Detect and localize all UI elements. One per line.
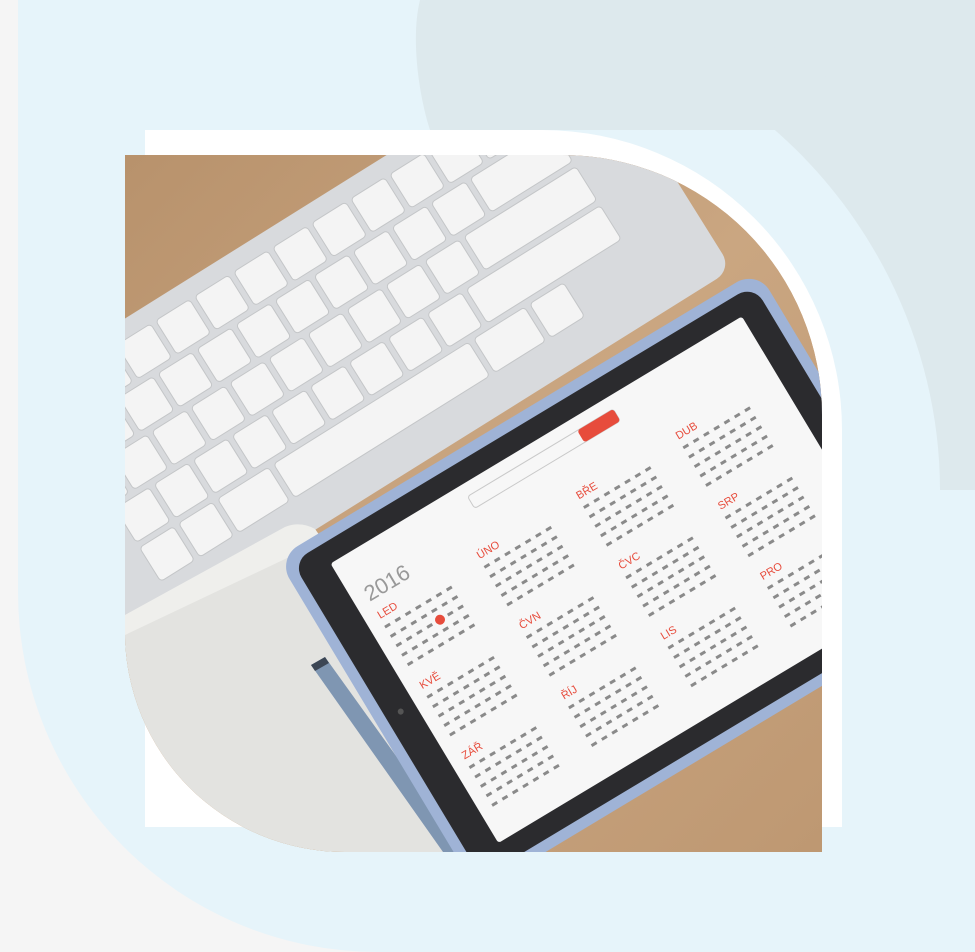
desk-photo: 2016 LEDÚNOBŘEDUBKVĚČVNČVCSRPZÁŘŘÍJLISPR… (125, 155, 822, 852)
photo-frame: 2016 LED ÚNO BŘE DUB KVĚ ČVN ČVC SRP ZÁŘ ŘÍJ LIS PR… (125, 155, 822, 852)
image-canvas: 2016 LED ÚNO BŘE DUB KVĚ ČVN ČVC SRP ZÁŘ ŘÍJ LIS PR… (0, 0, 975, 952)
